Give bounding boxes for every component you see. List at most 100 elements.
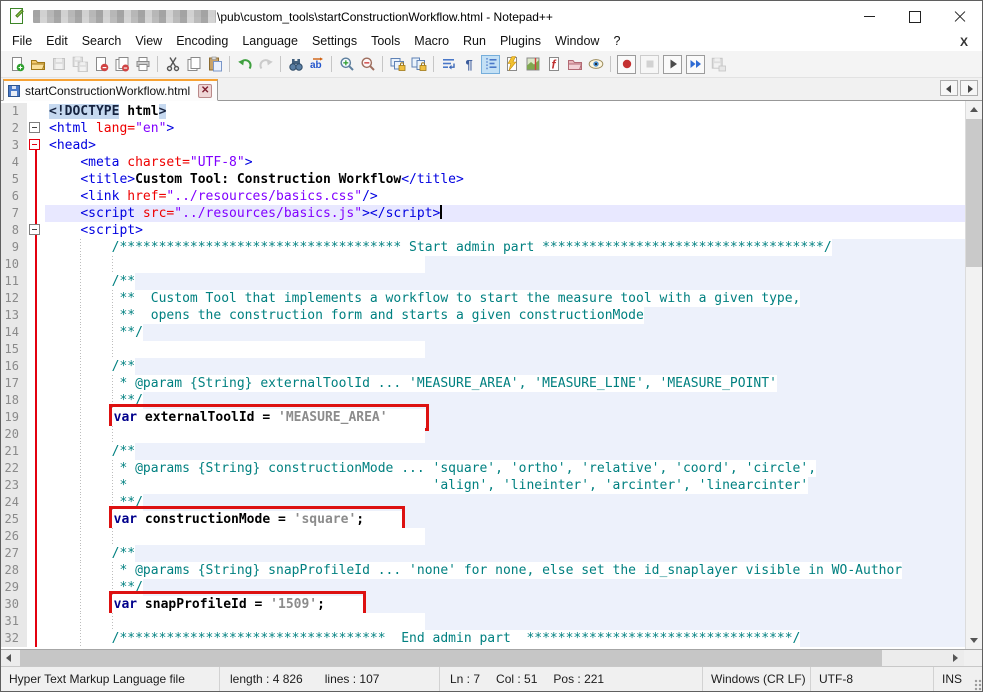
vertical-scrollbar[interactable] [965,101,982,649]
status-insert-mode[interactable]: INS [942,672,962,686]
menu-item-plugins[interactable]: Plugins [493,32,548,51]
open-file-button[interactable] [28,55,47,74]
code-text[interactable]: <script> [45,222,143,239]
menu-item-window[interactable]: Window [548,32,606,51]
code-text[interactable]: /** [45,545,135,562]
tab-close-icon[interactable]: ✕ [198,84,212,98]
tab-scroll-right-button[interactable] [960,80,978,96]
code-text[interactable] [45,426,425,443]
menu-item-encoding[interactable]: Encoding [169,32,235,51]
menu-item-file[interactable]: File [5,32,39,51]
find-button[interactable] [286,55,305,74]
replace-button[interactable]: ab [307,55,326,74]
close-button[interactable] [937,1,982,32]
status-encoding[interactable]: UTF-8 [819,672,853,686]
save-button[interactable] [49,55,68,74]
code-text[interactable] [45,341,425,358]
code-text[interactable]: /************************************ St… [45,239,832,256]
macro-stop-button[interactable] [640,55,659,74]
code-text[interactable]: <link href="../resources/basics.css"/> [45,188,378,205]
udl-dialog-button[interactable] [502,55,521,74]
scroll-up-arrow[interactable] [966,101,983,118]
fold-collapse-icon[interactable] [29,122,40,133]
code-text[interactable]: * @params {String} snapProfileId ... 'no… [45,562,902,579]
code-text[interactable]: /********************************** End … [45,630,800,647]
undo-button[interactable] [235,55,254,74]
copy-button[interactable] [184,55,203,74]
sync-horizontal-button[interactable] [409,55,428,74]
close-button[interactable] [91,55,110,74]
tab-startconstructionworkflow[interactable]: startConstructionWorkflow.html ✕ [3,79,218,101]
scroll-left-arrow[interactable] [1,650,18,666]
code-text[interactable]: <head> [45,137,96,154]
word-wrap-button[interactable] [439,55,458,74]
menu-item-language[interactable]: Language [235,32,305,51]
code-text[interactable]: /** [45,443,135,460]
redo-button[interactable] [256,55,275,74]
show-all-characters-button[interactable]: ¶ [460,55,479,74]
menu-item-edit[interactable]: Edit [39,32,75,51]
monitoring-button[interactable] [586,55,605,74]
macro-run-multiple-button[interactable] [686,55,705,74]
fold-margin[interactable] [27,120,45,137]
code-text[interactable]: var externalToolId = 'MEASURE_AREA' [45,409,429,426]
save-all-button[interactable] [70,55,89,74]
menu-item-search[interactable]: Search [75,32,129,51]
code-text[interactable]: **/ [45,324,143,341]
paste-button[interactable] [205,55,224,74]
macro-play-button[interactable] [663,55,682,74]
show-indent-guide-button[interactable] [481,55,500,74]
menu-item-run[interactable]: Run [456,32,493,51]
zoom-out-button[interactable] [358,55,377,74]
fold-collapse-icon[interactable] [29,224,40,235]
scroll-down-arrow[interactable] [966,632,983,649]
code-text[interactable] [45,613,425,630]
menu-item-tools[interactable]: Tools [364,32,407,51]
code-text[interactable]: /** [45,358,135,375]
vertical-scrollbar-thumb[interactable] [966,119,983,267]
status-eol-format[interactable]: Windows (CR LF) [711,672,806,686]
maximize-button[interactable] [892,1,937,32]
menu-item-view[interactable]: View [128,32,169,51]
cut-button[interactable] [163,55,182,74]
code-text[interactable]: var snapProfileId = '1509'; [45,596,366,613]
sync-vertical-button[interactable] [388,55,407,74]
code-text[interactable]: * 'align', 'lineinter', 'arcinter', 'lin… [45,477,808,494]
code-text[interactable]: * @params {String} constructionMode ... … [45,460,816,477]
code-text[interactable]: /** [45,273,135,290]
code-text[interactable]: <html lang="en"> [45,120,174,137]
code-text[interactable]: <script src="../resources/basics.js"></s… [45,205,442,222]
folder-as-workspace-button[interactable] [565,55,584,74]
code-text[interactable]: ** Custom Tool that implements a workflo… [45,290,800,307]
fold-collapse-icon[interactable] [29,139,40,150]
code-text[interactable]: * @param {String} externalToolId ... 'ME… [45,375,777,392]
fold-margin[interactable] [27,222,45,239]
code-text[interactable]: var constructionMode = 'square'; [45,511,405,528]
code-editor[interactable]: 1<!DOCTYPE html>2<html lang="en">3<head>… [1,101,965,649]
new-file-button[interactable] [7,55,26,74]
horizontal-scrollbar-thumb[interactable] [20,650,882,666]
code-text[interactable]: <meta charset="UTF-8"> [45,154,253,171]
code-text[interactable]: <title>Custom Tool: Construction Workflo… [45,171,464,188]
minimize-button[interactable] [847,1,892,32]
fold-margin[interactable] [27,137,45,154]
code-text[interactable] [45,528,425,545]
print-button[interactable] [133,55,152,74]
code-text[interactable]: <!DOCTYPE html> [45,103,166,120]
close-all-button[interactable] [112,55,131,74]
menubar-close-document-button[interactable]: X [956,35,972,49]
resize-grip[interactable] [974,679,982,691]
menu-item-settings[interactable]: Settings [305,32,364,51]
code-text[interactable] [45,256,425,273]
macro-record-button[interactable] [617,55,636,74]
scroll-right-arrow[interactable] [947,650,964,666]
menu-item-help[interactable]: ? [606,32,627,51]
horizontal-scrollbar[interactable] [1,649,982,666]
macro-save-button[interactable] [708,55,727,74]
document-map-button[interactable] [523,55,542,74]
function-list-button[interactable]: f [544,55,563,74]
zoom-in-button[interactable] [337,55,356,74]
menu-item-macro[interactable]: Macro [407,32,456,51]
tab-scroll-left-button[interactable] [940,80,958,96]
code-text[interactable]: ** opens the construction form and start… [45,307,644,324]
